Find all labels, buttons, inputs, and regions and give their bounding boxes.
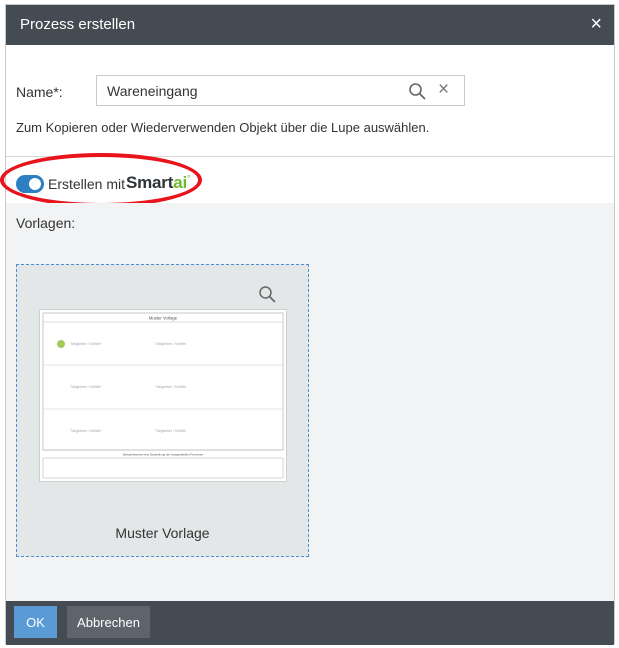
dialog-footer: OK Abbrechen xyxy=(6,601,614,645)
clear-icon[interactable]: × xyxy=(438,80,454,99)
brand-sup: ° xyxy=(186,173,191,184)
templates-area: Vorlagen: Muster Vorlage Tätigkeiten / M… xyxy=(6,203,614,601)
dialog-titlebar: Prozess erstellen × xyxy=(6,5,614,45)
brand-ai: ai xyxy=(173,173,187,192)
ok-button[interactable]: OK xyxy=(14,606,57,638)
thumb-start-event xyxy=(57,340,65,348)
name-label: Name*: xyxy=(16,84,63,100)
thumb-bottom-lane xyxy=(42,457,284,479)
thumb-cell: Tätigkeiten / Mithilfe xyxy=(70,385,101,389)
template-name: Muster Vorlage xyxy=(115,525,210,541)
thumb-cell: Tätigkeiten / Mithilfe xyxy=(155,385,186,389)
divider xyxy=(6,156,614,157)
thumb-cell: Tätigkeiten / Mithilfe xyxy=(155,342,186,346)
name-field: × xyxy=(96,75,465,106)
dialog-title: Prozess erstellen xyxy=(20,16,136,33)
thumb-footer: Beispielsweise eine Darstellung der ausg… xyxy=(123,453,203,457)
thumb-cell: Tätigkeiten / Mithilfe xyxy=(155,429,186,433)
smartai-toggle[interactable] xyxy=(16,175,44,193)
preview-zoom-icon[interactable] xyxy=(258,285,276,303)
search-icon[interactable] xyxy=(408,82,426,100)
smartai-toggle-label: Erstellen mit xyxy=(48,176,126,192)
thumb-header: Muster Vorlage xyxy=(149,316,178,321)
brand-smart: Smart xyxy=(126,173,174,192)
thumb-cell: Tätigkeiten / Mithilfe xyxy=(70,429,101,433)
template-card[interactable]: Muster Vorlage Tätigkeiten / Mithilfe Tä… xyxy=(16,264,309,557)
name-input[interactable] xyxy=(97,76,397,105)
cancel-button[interactable]: Abbrechen xyxy=(67,606,150,638)
templates-label: Vorlagen: xyxy=(16,215,76,231)
close-icon[interactable]: × xyxy=(590,13,602,35)
lookup-hint: Zum Kopieren oder Wiederverwenden Objekt… xyxy=(16,120,430,135)
smartai-logo: Smartai° xyxy=(126,173,191,193)
template-thumbnail: Muster Vorlage Tätigkeiten / Mithilfe Tä… xyxy=(39,309,287,482)
create-process-dialog: Prozess erstellen × Name*: × Zum Kopiere… xyxy=(0,4,615,645)
toggle-knob xyxy=(29,178,41,190)
thumb-cell: Tätigkeiten / Mithilfe xyxy=(70,342,101,346)
